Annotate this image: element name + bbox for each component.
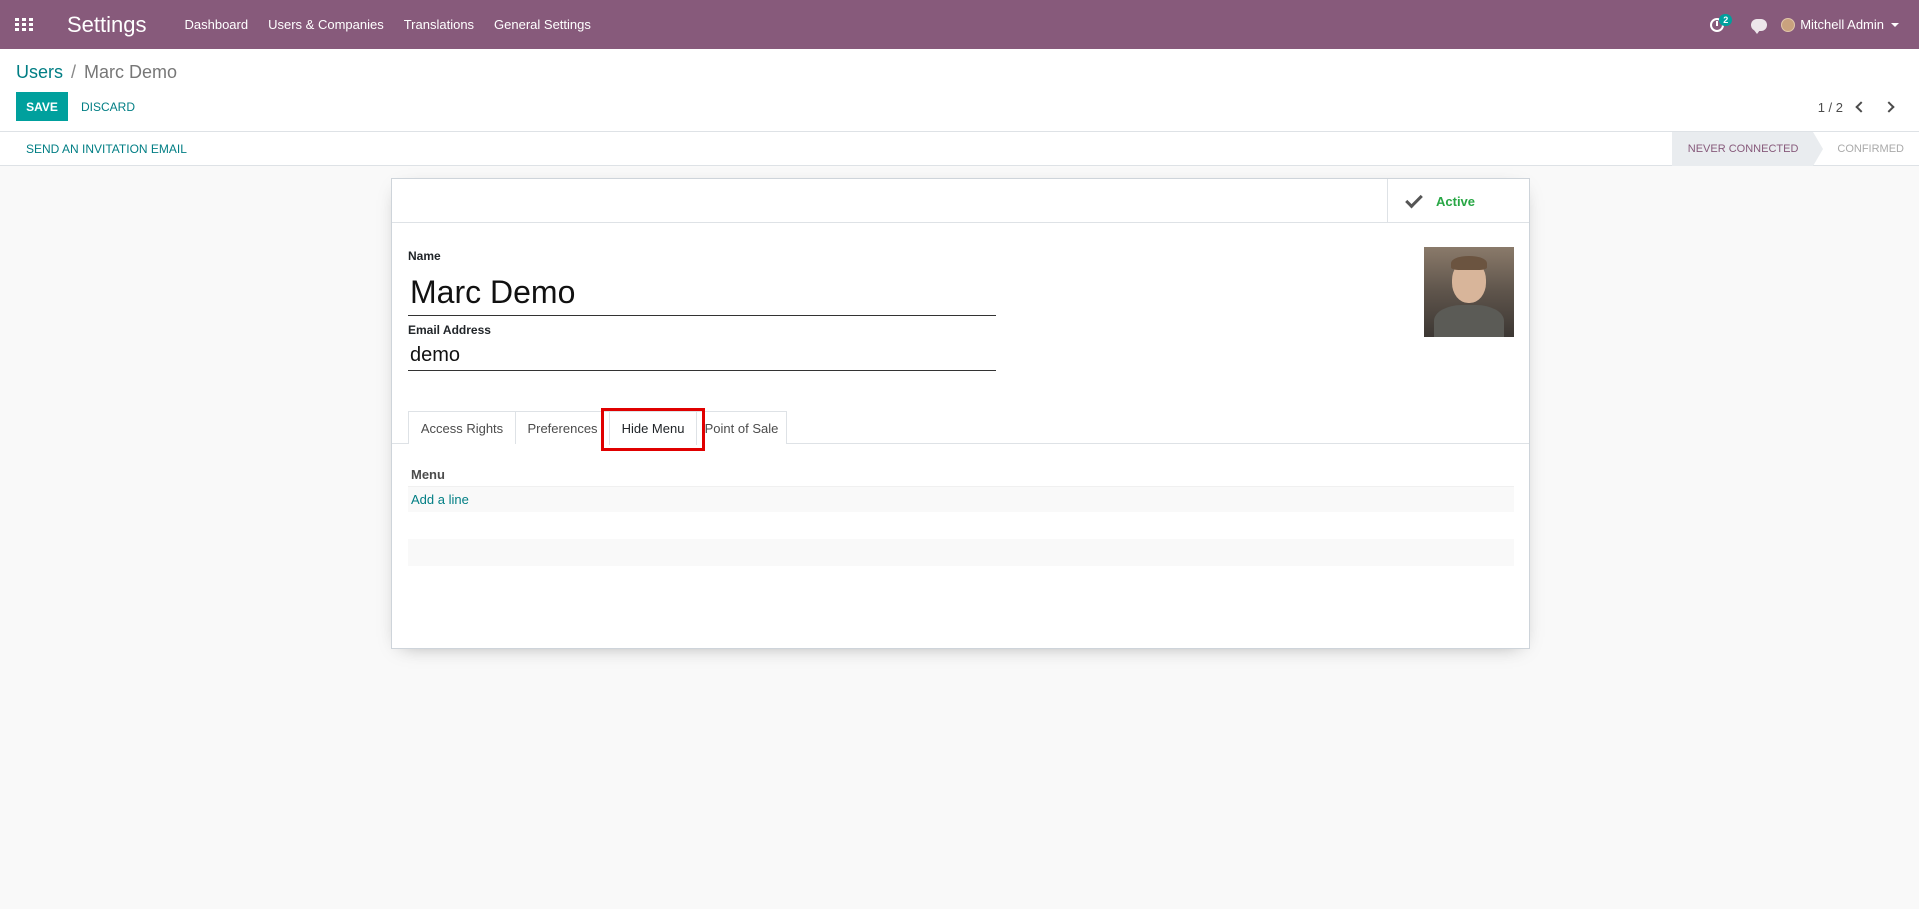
activity-badge: 2 [1719,14,1733,26]
messaging-button[interactable] [1737,0,1781,49]
menu-dashboard[interactable]: Dashboard [185,17,249,32]
check-icon [1405,190,1423,208]
name-label: Name [408,249,441,263]
user-menu[interactable]: Mitchell Admin [1781,17,1899,32]
menu-users-companies[interactable]: Users & Companies [268,17,384,32]
email-label: Email Address [408,323,491,337]
table-row [408,539,1514,566]
form-statusbar: SEND AN INVITATION EMAIL NEVER CONNECTED… [0,132,1919,166]
stage-confirmed[interactable]: CONFIRMED [1813,132,1919,166]
caret-down-icon [1891,22,1899,27]
table-row [408,512,1514,539]
app-title[interactable]: Settings [67,12,147,38]
user-name: Mitchell Admin [1800,17,1884,32]
user-avatar [1781,17,1796,32]
active-label: Active [1436,193,1476,209]
name-field[interactable] [408,270,996,316]
pager-previous-button[interactable] [1851,97,1871,117]
save-button[interactable]: SAVE [16,92,68,121]
breadcrumb-separator: / [71,62,77,82]
notebook-tabs: Access Rights Preferences Hide Menu Poin… [392,411,1529,445]
chat-icon [1751,18,1768,34]
tab-hide-menu[interactable]: Hide Menu [609,411,697,445]
activity-button[interactable]: 2 [1697,0,1737,49]
breadcrumb-current: Marc Demo [84,62,178,82]
menu-translations[interactable]: Translations [404,17,474,32]
breadcrumb-users-link[interactable]: Users [16,62,63,83]
menu-general-settings[interactable]: General Settings [494,17,591,32]
stage-never-connected[interactable]: NEVER CONNECTED [1671,132,1823,166]
add-line-link[interactable]: Add a line [411,492,469,507]
button-box: Active [392,179,1529,223]
pager-value[interactable]: 1 / 2 [1818,100,1843,115]
form-sheet: Active Name Email Address Access Rights … [391,178,1530,649]
table-row: Add a line [408,486,1514,512]
pager-next-button[interactable] [1879,97,1899,117]
status-stages: NEVER CONNECTED CONFIRMED [1671,132,1919,166]
pager: 1 / 2 [1818,97,1899,117]
chevron-left-icon [1855,101,1867,113]
chevron-right-icon [1883,101,1895,113]
top-navbar: Settings Dashboard Users & Companies Tra… [0,0,1919,49]
apps-menu-icon[interactable] [0,0,48,49]
send-invitation-button[interactable]: SEND AN INVITATION EMAIL [26,132,187,166]
tab-point-of-sale[interactable]: Point of Sale [696,411,787,444]
tab-access-rights[interactable]: Access Rights [408,411,516,444]
email-field[interactable] [408,341,996,371]
discard-button[interactable]: DISCARD [81,92,135,121]
menu-table: Menu Add a line [408,462,1514,566]
control-panel: Users / Marc Demo SAVE DISCARD 1 / 2 [0,49,1919,132]
user-photo[interactable] [1424,247,1514,337]
active-toggle-button[interactable]: Active [1387,179,1529,223]
column-header-menu[interactable]: Menu [408,462,1514,486]
tab-preferences[interactable]: Preferences [515,411,610,444]
breadcrumb: Users / Marc Demo [16,62,177,83]
